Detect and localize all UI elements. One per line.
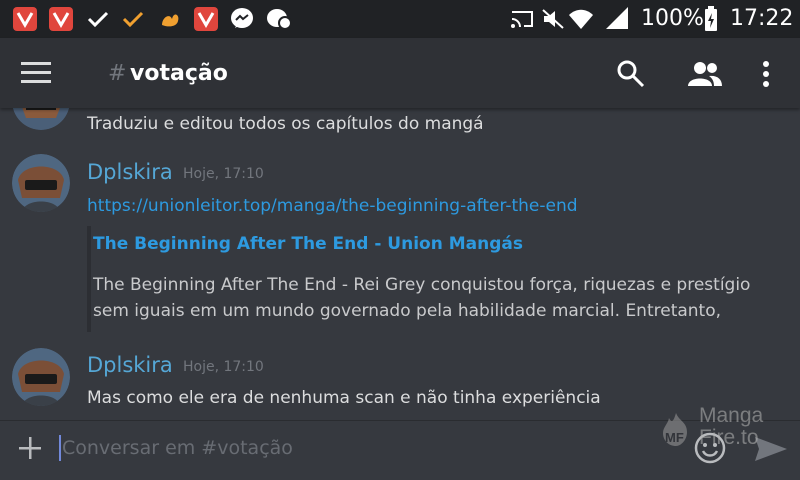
cast-icon[interactable]: [510, 7, 536, 31]
avatar[interactable]: [12, 348, 70, 406]
search-icon[interactable]: [617, 60, 645, 88]
message-input[interactable]: Conversar em #votação: [62, 437, 293, 459]
check-icon[interactable]: [121, 7, 145, 31]
message-author[interactable]: Dplskira: [87, 353, 173, 377]
mute-icon[interactable]: [540, 7, 566, 31]
message-author[interactable]: Dplskira: [87, 160, 173, 184]
message-timestamp: Hoje, 17:10: [183, 166, 264, 182]
messenger-icon[interactable]: [230, 7, 254, 31]
message-text: Traduziu e editou todos os capítulos do …: [87, 114, 484, 134]
text-caret: [59, 435, 61, 461]
channel-hash: #: [108, 61, 127, 86]
watermark-badge: MF: [665, 430, 684, 445]
manga-fire-logo: MF: [663, 413, 687, 446]
vivaldi-icon[interactable]: [194, 7, 218, 31]
battery-percentage: 100%: [641, 6, 704, 31]
signal-icon[interactable]: [604, 7, 630, 31]
menu-icon[interactable]: [21, 62, 51, 84]
message-timestamp: Hoje, 17:10: [183, 359, 264, 375]
vivaldi-icon[interactable]: [49, 7, 73, 31]
app-bar: # votação: [0, 38, 800, 108]
chat-bubble-icon[interactable]: [266, 7, 292, 31]
more-vert-icon[interactable]: [762, 60, 770, 88]
avatar[interactable]: [12, 108, 70, 130]
members-icon[interactable]: [687, 62, 723, 86]
clock: 17:22: [730, 6, 794, 31]
message-list[interactable]: Traduziu e editou todos os capítulos do …: [0, 108, 800, 420]
avatar[interactable]: [12, 154, 70, 212]
wifi-icon[interactable]: [568, 7, 594, 33]
vivaldi-icon[interactable]: [13, 7, 37, 31]
status-bar: 100% 17:22: [0, 0, 800, 38]
embed-title[interactable]: The Beginning After The End - Union Mang…: [93, 234, 523, 254]
watermark-line2: Fire.to: [699, 426, 759, 449]
embed-description-line: The Beginning After The End - Rei Grey c…: [93, 275, 751, 295]
uc-browser-icon[interactable]: [158, 7, 182, 31]
add-icon[interactable]: [19, 437, 41, 459]
message-link[interactable]: https://unionleitor.top/manga/the-beginn…: [87, 196, 578, 216]
check-icon[interactable]: [86, 7, 110, 31]
message-text: Mas como ele era de nenhuma scan e não t…: [87, 388, 601, 408]
watermark-line1: Manga: [699, 404, 764, 427]
channel-name: votação: [130, 61, 228, 86]
embed-description-line: sem iguais em um mundo governado pela ha…: [93, 301, 722, 321]
watermark: MF Manga Fire.to: [655, 404, 775, 450]
battery-charging-icon[interactable]: [703, 6, 719, 32]
